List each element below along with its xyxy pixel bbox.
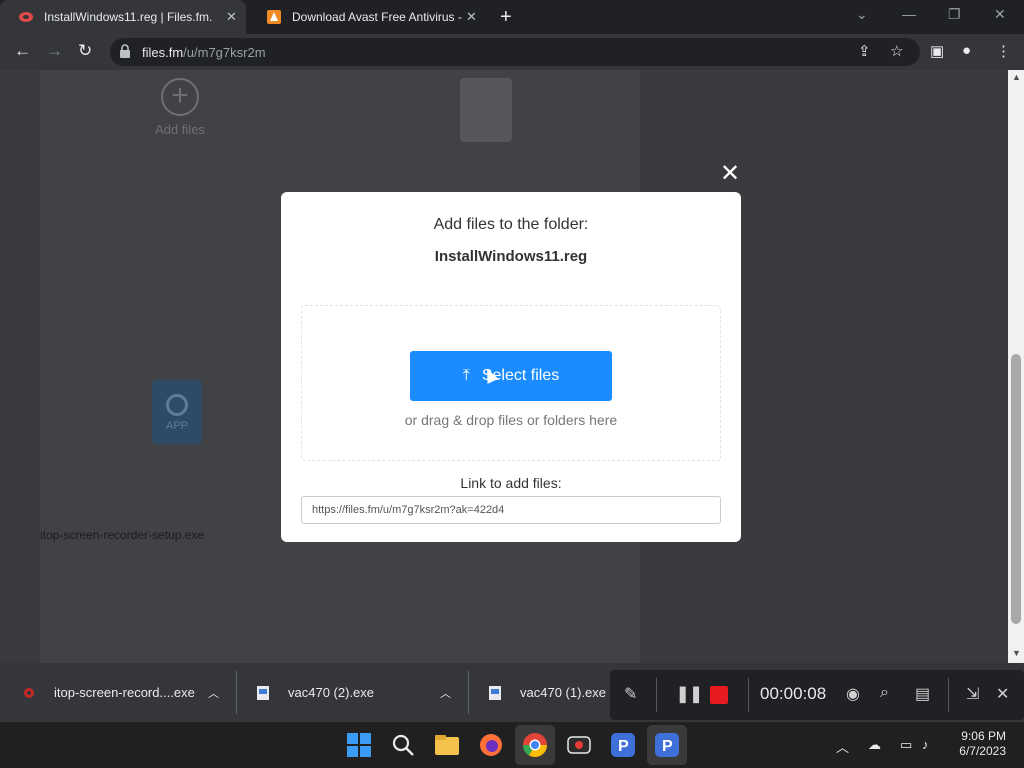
tab-title: Download Avast Free Antivirus - (292, 10, 462, 24)
installer-file-icon (24, 687, 34, 698)
system-clock[interactable]: 9:06 PM 6/7/2023 (950, 729, 1006, 759)
network-icon[interactable]: ▭ (900, 737, 912, 753)
link-input[interactable] (301, 496, 721, 524)
upload-icon: ⤒ (462, 367, 470, 384)
address-bar[interactable]: files.fm/u/m7g7ksr2m (110, 38, 920, 66)
scrollbar-thumb[interactable] (1011, 354, 1021, 624)
tab-strip: InstallWindows11.reg | Files.fm. ✕ Downl… (0, 0, 1024, 34)
tab-search-chevron-icon[interactable]: ⌄ (856, 6, 868, 23)
download-item[interactable]: vac470 (1).exe (488, 663, 608, 722)
url-host: files.fm (142, 45, 184, 60)
svg-text:P: P (662, 738, 673, 755)
avast-favicon-icon (267, 10, 281, 24)
profile-icon[interactable]: ● (962, 42, 971, 59)
plus-icon: + (161, 78, 199, 116)
reload-icon[interactable]: ↻ (78, 41, 92, 61)
screen-recorder-app-icon[interactable] (565, 731, 593, 759)
firefox-icon[interactable] (477, 731, 505, 759)
side-panel-icon[interactable]: ▣ (930, 42, 944, 60)
p-app-icon[interactable]: P (609, 731, 637, 759)
svg-text:P: P (618, 738, 629, 755)
cloud-offline-icon[interactable]: ☁ (868, 737, 881, 753)
close-tab-icon[interactable]: ✕ (466, 9, 477, 25)
collapse-icon[interactable]: ⇲ (966, 684, 979, 704)
download-item[interactable]: itop-screen-record....exe ︿ (22, 663, 232, 722)
pen-icon[interactable]: ✎ (624, 684, 637, 704)
search-icon[interactable] (389, 731, 417, 759)
link-label: Link to add files: (460, 475, 562, 491)
download-filename: vac470 (2).exe (288, 685, 374, 700)
recorder-separator (748, 678, 749, 712)
recording-timer: 00:00:08 (760, 684, 827, 703)
screen-recorder-toolbar: ✎ ❚❚ 00:00:08 ◉ ⌕ ▤ ⇲ ✕ (610, 670, 1024, 720)
windows-start-icon[interactable] (345, 731, 373, 759)
taskbar: P P ︿ ☁ ▭ ♪ 9:06 PM 6/7/2023 (0, 722, 1024, 768)
share-icon[interactable]: ⇪ (858, 42, 871, 60)
tab-avast[interactable]: Download Avast Free Antivirus - ✕ (248, 0, 488, 34)
exe-file-icon (489, 685, 501, 700)
add-files-modal: Add files to the folder: InstallWindows1… (281, 192, 741, 542)
select-files-button[interactable]: ⤒ Select files (410, 351, 612, 401)
chevron-up-icon[interactable]: ︿ (208, 685, 219, 701)
menu-dots-icon[interactable]: ⋮ (996, 42, 1011, 60)
file-icon (460, 78, 512, 142)
file-explorer-icon[interactable] (433, 731, 461, 759)
lock-icon (120, 44, 130, 58)
recorder-separator (656, 678, 657, 712)
tray-chevron-up-icon[interactable]: ︿ (836, 737, 849, 756)
recorder-separator (948, 678, 949, 712)
drag-drop-hint: or drag & drop files or folders here (404, 412, 618, 428)
close-tab-icon[interactable]: ✕ (226, 9, 237, 25)
download-separator (468, 671, 469, 714)
download-filename: itop-screen-record....exe (54, 685, 195, 700)
close-window-icon[interactable]: ✕ (994, 6, 1006, 23)
download-item[interactable]: vac470 (2).exe ︿ (256, 663, 456, 722)
clock-date: 6/7/2023 (959, 744, 1006, 758)
p-app-icon-2[interactable]: P (653, 731, 681, 759)
zoom-icon[interactable]: ⌕ (880, 684, 889, 702)
close-modal-icon[interactable]: ✕ (720, 162, 740, 186)
tab-files-fm[interactable]: InstallWindows11.reg | Files.fm. ✕ (0, 0, 246, 34)
bookmark-star-icon[interactable]: ☆ (890, 42, 903, 60)
scroll-up-arrow-icon[interactable]: ▲ (1012, 72, 1021, 82)
tab-title: InstallWindows11.reg | Files.fm. (44, 10, 213, 24)
app-file-icon: APP (152, 380, 202, 444)
close-recorder-icon[interactable]: ✕ (996, 684, 1009, 704)
camera-icon[interactable]: ◉ (846, 684, 860, 704)
annotation-icon[interactable]: ▤ (915, 684, 930, 704)
download-separator (236, 671, 237, 714)
gear-icon (166, 394, 188, 416)
back-arrow-icon[interactable]: ← (14, 41, 31, 61)
app-icon-label: APP (165, 420, 188, 432)
clock-time: 9:06 PM (961, 729, 1006, 743)
chrome-icon[interactable] (521, 731, 549, 759)
drop-zone[interactable]: ⤒ Select files or drag & drop files or f… (301, 305, 721, 461)
exe-file-icon (257, 685, 269, 700)
folder-name: InstallWindows11.reg (434, 248, 588, 265)
files-fm-favicon-icon (19, 12, 33, 22)
add-files-label: Add files (155, 122, 205, 137)
chevron-up-icon[interactable]: ︿ (440, 685, 451, 701)
pause-icon[interactable]: ❚❚ (676, 684, 703, 704)
forward-arrow-icon[interactable]: → (46, 41, 63, 61)
scroll-down-arrow-icon[interactable]: ▼ (1012, 648, 1021, 658)
page-scrollbar[interactable]: ▲ ▼ (1008, 70, 1024, 663)
url-text: files.fm/u/m7g7ksr2m (142, 45, 266, 60)
add-files-tile: + Add files (140, 78, 220, 137)
stop-record-button[interactable] (710, 686, 728, 704)
url-path: /u/m7g7ksr2m (183, 45, 266, 60)
app-filename: itop-screen-recorder-setup.exe (40, 528, 205, 542)
browser-toolbar: ← → ↻ files.fm/u/m7g7ksr2m ⇪ ☆ ▣ ● ⋮ (0, 34, 1024, 70)
restore-icon[interactable]: ❐ (948, 6, 961, 23)
download-filename: vac470 (1).exe (520, 685, 606, 700)
modal-heading: Add files to the folder: (433, 216, 589, 233)
volume-icon[interactable]: ♪ (922, 737, 929, 752)
minimize-icon[interactable]: — (902, 6, 916, 22)
new-tab-icon[interactable]: + (500, 6, 512, 29)
